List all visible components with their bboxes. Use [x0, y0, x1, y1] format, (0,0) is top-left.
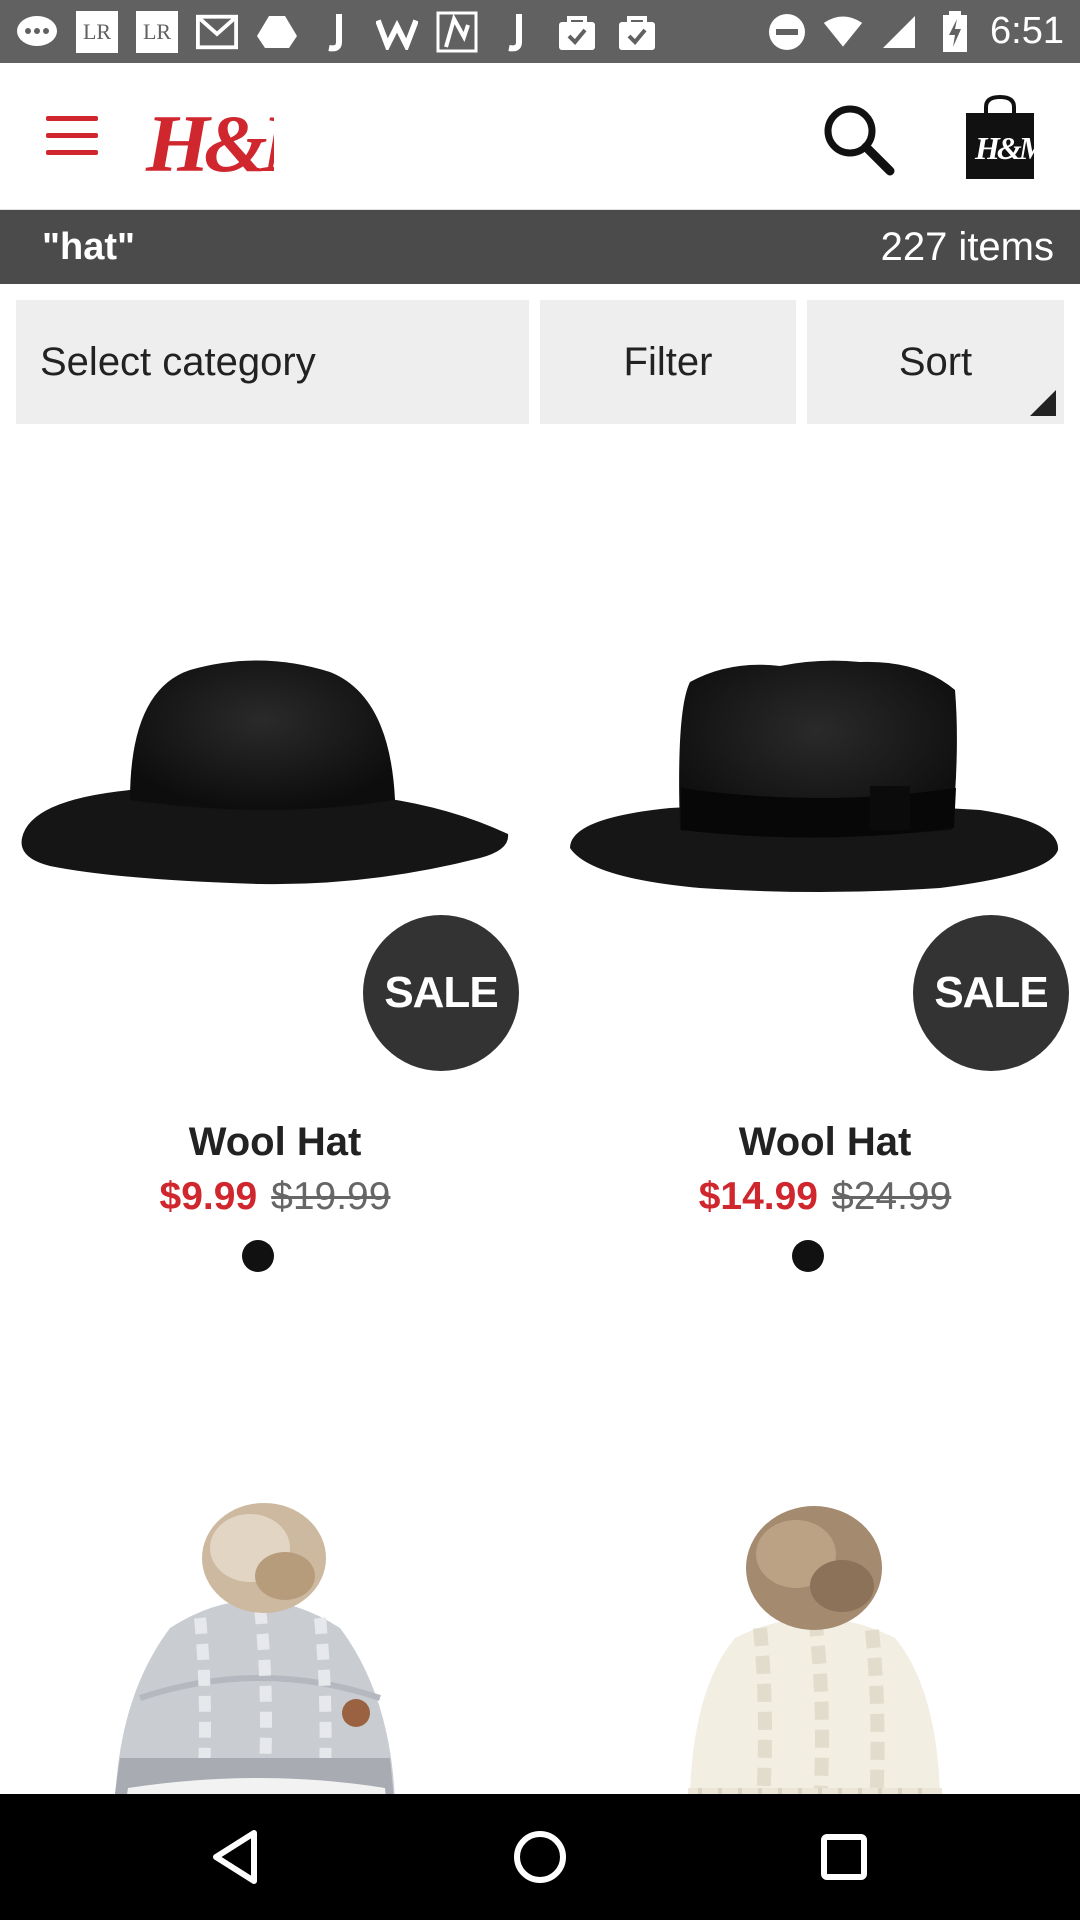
system-nav-bar — [0, 1794, 1080, 1920]
wifi-icon — [822, 11, 864, 53]
sort-label: Sort — [898, 339, 973, 384]
filter-controls: Select category Filter Sort — [16, 300, 1064, 424]
hm-logo[interactable]: H&M — [144, 83, 344, 193]
color-swatch[interactable] — [792, 1240, 824, 1272]
w-icon — [376, 11, 418, 53]
product-name: Wool Hat — [188, 1120, 362, 1164]
original-price: $19.99 — [271, 1175, 391, 1218]
product-card[interactable] — [10, 1410, 530, 1794]
sale-badge: SALE — [913, 915, 1069, 1071]
map-icon — [436, 11, 478, 53]
messenger-icon — [16, 11, 58, 53]
product-image-floppy-hat — [21, 660, 509, 885]
clock: 6:51 — [990, 10, 1064, 52]
sale-badge: SALE — [363, 915, 519, 1071]
sale-price: $14.99 — [698, 1175, 818, 1218]
shopping-bag-icon — [616, 11, 658, 53]
product-card[interactable] — [560, 1410, 1080, 1794]
do-not-disturb-icon — [766, 11, 808, 53]
shopping-bag-button[interactable]: H&M — [960, 93, 1052, 183]
recents-icon[interactable] — [814, 1827, 874, 1887]
product-price: $9.99 $19.99 — [10, 1175, 540, 1219]
svg-text:H&M: H&M — [974, 130, 1040, 166]
product-name: Wool Hat — [738, 1120, 912, 1164]
svg-text:H&M: H&M — [145, 98, 274, 189]
product-image-cream-knit-pompom-hat — [688, 1506, 942, 1794]
sale-price: $9.99 — [159, 1175, 258, 1218]
back-icon[interactable] — [206, 1827, 266, 1887]
product-image-fedora-hat — [570, 660, 1059, 892]
signal-icon — [878, 11, 920, 53]
notification-icons: LR LR — [16, 10, 658, 53]
sort-button[interactable]: Sort — [807, 300, 1064, 424]
j-icon — [496, 11, 538, 53]
app-bar: H&M H&M — [0, 63, 1080, 210]
result-count: 227 items — [880, 224, 1054, 269]
search-query: "hat" — [42, 225, 136, 268]
product-price: $14.99 $24.99 — [560, 1175, 1080, 1219]
product-card[interactable]: SALE Wool Hat $9.99 $19.99 — [10, 470, 530, 1280]
lr-icon: LR — [76, 10, 118, 53]
status-bar: LR LR 6:51 — [0, 0, 1080, 63]
drive-icon — [256, 11, 298, 53]
system-indicators: 6:51 — [766, 10, 1064, 53]
lr-icon: LR — [136, 10, 178, 53]
dropdown-corner-icon — [1030, 390, 1056, 416]
battery-charging-icon — [934, 10, 976, 53]
select-category-dropdown[interactable]: Select category — [16, 300, 529, 424]
search-icon[interactable] — [820, 101, 896, 177]
filter-button[interactable]: Filter — [540, 300, 796, 424]
shopping-bag-icon — [556, 11, 598, 53]
gmail-icon — [196, 11, 238, 53]
product-card[interactable]: SALE Wool Hat $14.99 $24.99 — [560, 470, 1080, 1280]
product-image-grey-knit-pompom-hat — [114, 1503, 395, 1794]
search-results-header: "hat" 227 items — [0, 210, 1080, 284]
home-icon[interactable] — [510, 1827, 570, 1887]
original-price: $24.99 — [832, 1175, 952, 1218]
j-icon — [316, 11, 358, 53]
color-swatch[interactable] — [242, 1240, 274, 1272]
menu-button[interactable] — [46, 116, 98, 156]
